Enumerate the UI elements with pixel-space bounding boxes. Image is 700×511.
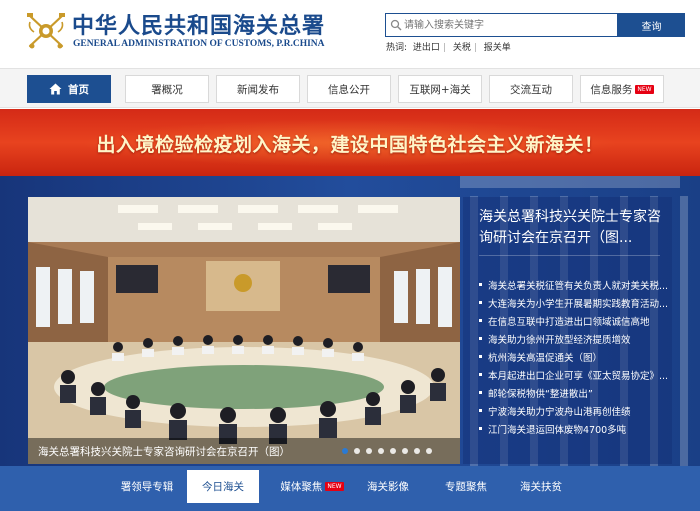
news-list-item[interactable]: 海关总署关税征管有关负责人就对美关税... xyxy=(479,278,669,296)
carousel-dot[interactable] xyxy=(390,448,396,454)
tab-label: 今日海关 xyxy=(202,481,244,493)
hot-word-link[interactable]: 关税 xyxy=(453,43,471,53)
carousel-photo[interactable]: 海关总署科技兴关院士专家咨询研讨会在京召开（图） xyxy=(28,197,460,464)
news-list: 海关总署关税征管有关负责人就对美关税... 大连海关为小学生开展暑期实践教育活动… xyxy=(479,278,669,440)
hot-words-label: 热词: xyxy=(386,43,408,53)
nav-item-label: 信息服务 xyxy=(590,83,633,96)
search-box: 查询 xyxy=(385,13,685,37)
site-title-english[interactable]: GENERAL ADMINISTRATION OF CUSTOMS, P.R.C… xyxy=(73,39,325,49)
carousel-caption[interactable]: 海关总署科技兴关院士专家咨询研讨会在京召开（图） xyxy=(38,444,290,459)
tab-media-focus[interactable]: 媒体聚焦 NEW xyxy=(272,470,352,503)
tab-label: 署领导专辑 xyxy=(120,481,174,493)
slogan-banner[interactable]: 出入境检验检疫划入海关，建设中国特色社会主义新海关！ xyxy=(0,109,700,176)
tab-label: 媒体聚焦 xyxy=(280,481,323,493)
carousel-dot[interactable] xyxy=(366,448,372,454)
carousel-caption-bar: 海关总署科技兴关院士专家咨询研讨会在京召开（图） xyxy=(28,438,460,464)
carousel-dot[interactable] xyxy=(414,448,420,454)
main-nav: 首页 署概况 新闻发布 信息公开 互联网+海关 交流互动 信息服务 NEW xyxy=(0,68,700,108)
news-panel: 海关总署科技兴关院士专家咨询研讨会在京召开（图... 海关总署关税征管有关负责人… xyxy=(463,197,672,464)
carousel-dot[interactable] xyxy=(426,448,432,454)
nav-item-home[interactable]: 首页 xyxy=(27,75,111,103)
news-list-item[interactable]: 海关助力徐州开放型经济提质增效 xyxy=(479,332,669,350)
carousel-dot[interactable] xyxy=(402,448,408,454)
news-list-item[interactable]: 杭州海关高温促通关（图） xyxy=(479,350,669,368)
tab-special-topics[interactable]: 专题聚焦 xyxy=(430,470,502,503)
search-icon xyxy=(390,19,402,31)
new-badge: NEW xyxy=(635,84,654,94)
carousel-dots xyxy=(342,448,438,454)
tab-poverty-alleviation[interactable]: 海关扶贫 xyxy=(505,470,577,503)
nav-item-label: 交流互动 xyxy=(510,83,552,96)
nav-item-label: 互联网+海关 xyxy=(409,83,471,96)
carousel-dot[interactable] xyxy=(354,448,360,454)
news-list-item[interactable]: 宁波海关助力宁波舟山港再创佳绩 xyxy=(479,404,669,422)
tab-today-customs[interactable]: 今日海关 xyxy=(187,470,259,503)
tab-label: 海关影像 xyxy=(367,481,409,493)
tab-leaders[interactable]: 署领导专辑 xyxy=(102,470,192,503)
nav-item-info-service[interactable]: 信息服务 NEW xyxy=(580,75,664,103)
tab-label: 专题聚焦 xyxy=(445,481,487,493)
customs-emblem-icon[interactable] xyxy=(24,8,68,52)
news-list-item[interactable]: 本月起进出口企业可享《亚太贸易协定》... xyxy=(479,368,669,386)
headline-link[interactable]: 海关总署科技兴关院士专家咨询研讨会在京召开（图... xyxy=(479,207,664,249)
nav-item-label: 信息公开 xyxy=(328,83,370,96)
banner-slogan: 出入境检验检疫划入海关，建设中国特色社会主义新海关！ xyxy=(96,134,604,156)
nav-item-label: 首页 xyxy=(68,83,89,96)
nav-item-internet-customs[interactable]: 互联网+海关 xyxy=(398,75,482,103)
carousel-dot[interactable] xyxy=(378,448,384,454)
search-input[interactable] xyxy=(385,13,618,37)
home-icon xyxy=(49,83,62,95)
divider xyxy=(479,255,660,256)
nav-item-info-disclosure[interactable]: 信息公开 xyxy=(307,75,391,103)
hot-word-link[interactable]: 报关单 xyxy=(484,43,511,53)
news-list-item[interactable]: 江门海关退运回体废物4700多吨 xyxy=(479,422,669,440)
section-tabs: 署领导专辑 今日海关 媒体聚焦 NEW 海关影像 专题聚焦 海关扶贫 xyxy=(0,466,700,511)
conference-room-image xyxy=(28,197,460,464)
tab-label: 海关扶贫 xyxy=(520,481,562,493)
nav-item-overview[interactable]: 署概况 xyxy=(125,75,209,103)
nav-item-interaction[interactable]: 交流互动 xyxy=(489,75,573,103)
site-title[interactable]: 中华人民共和国海关总署 xyxy=(72,8,325,40)
news-list-item[interactable]: 邮轮保税物供“整进散出” xyxy=(479,386,669,404)
nav-item-news-release[interactable]: 新闻发布 xyxy=(216,75,300,103)
hot-word-link[interactable]: 进出口 xyxy=(413,43,440,53)
tab-customs-images[interactable]: 海关影像 xyxy=(352,470,424,503)
news-list-item[interactable]: 大连海关为小学生开展暑期实践教育活动... xyxy=(479,296,669,314)
nav-item-label: 新闻发布 xyxy=(237,83,279,96)
site-header: 中华人民共和国海关总署 GENERAL ADMINISTRATION OF CU… xyxy=(0,0,700,68)
news-list-item[interactable]: 在信息互联中打造进出口领域诚信高地 xyxy=(479,314,669,332)
carousel-dot[interactable] xyxy=(342,448,348,454)
news-focus-section: 海关总署科技兴关院士专家咨询研讨会在京召开（图） 海关总署科技兴关院士专家咨询研… xyxy=(0,176,700,466)
hot-words: 热词: 进出口 | 关税 | 报关单 xyxy=(386,43,511,53)
nav-item-label: 署概况 xyxy=(151,83,183,96)
search-button[interactable]: 查询 xyxy=(618,13,685,37)
new-badge: NEW xyxy=(325,482,344,491)
